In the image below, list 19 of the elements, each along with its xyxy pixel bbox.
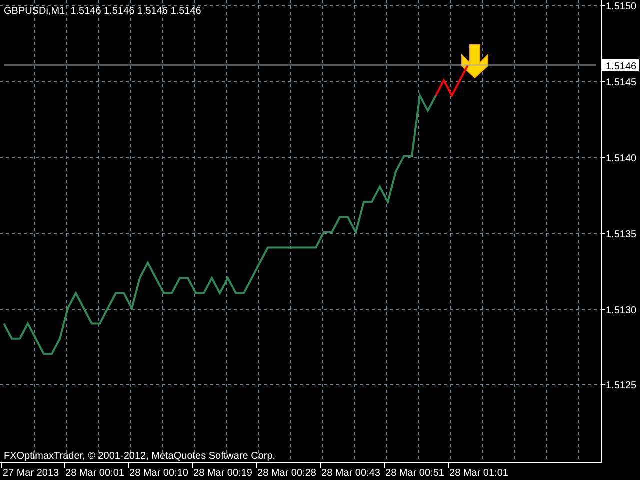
- price-axis-label: 1.5125: [606, 380, 637, 392]
- price-axis-label: 1.5135: [606, 230, 637, 240]
- price-axis-label: 1.5145: [606, 78, 637, 88]
- series-label: 1.5146: [606, 62, 638, 72]
- price-axis-label: 1.5130: [606, 306, 637, 316]
- time-axis-label: 28 Mar 00:10: [130, 468, 188, 479]
- price-axis-label: 1.5140: [606, 154, 637, 164]
- time-axis-label: 27 Mar 2013: [2, 468, 60, 479]
- down-arrow-icon: [462, 44, 488, 79]
- time-axis-label: 28 Mar 00:19: [194, 468, 252, 479]
- time-axis-label: 28 Mar 01:01: [450, 468, 508, 479]
- price-label: 1.5146: [602, 60, 639, 72]
- price-axis-label: 1.5150: [606, 2, 637, 12]
- time-axis-label: 28 Mar 00:51: [386, 468, 444, 479]
- time-axis-label: 28 Mar 00:01: [66, 468, 124, 479]
- copyright-text: FXOptimaxTrader, © 2001-2012, MetaQuotes Software Corp.: [4, 451, 276, 462]
- time-axis-label: 28 Mar 00:43: [322, 468, 380, 479]
- chart-title: GBPUSDi,M1 1.5146 1.5146 1.5146 1.5146: [4, 6, 202, 17]
- time-axis-label: 28 Mar 00:28: [258, 468, 316, 479]
